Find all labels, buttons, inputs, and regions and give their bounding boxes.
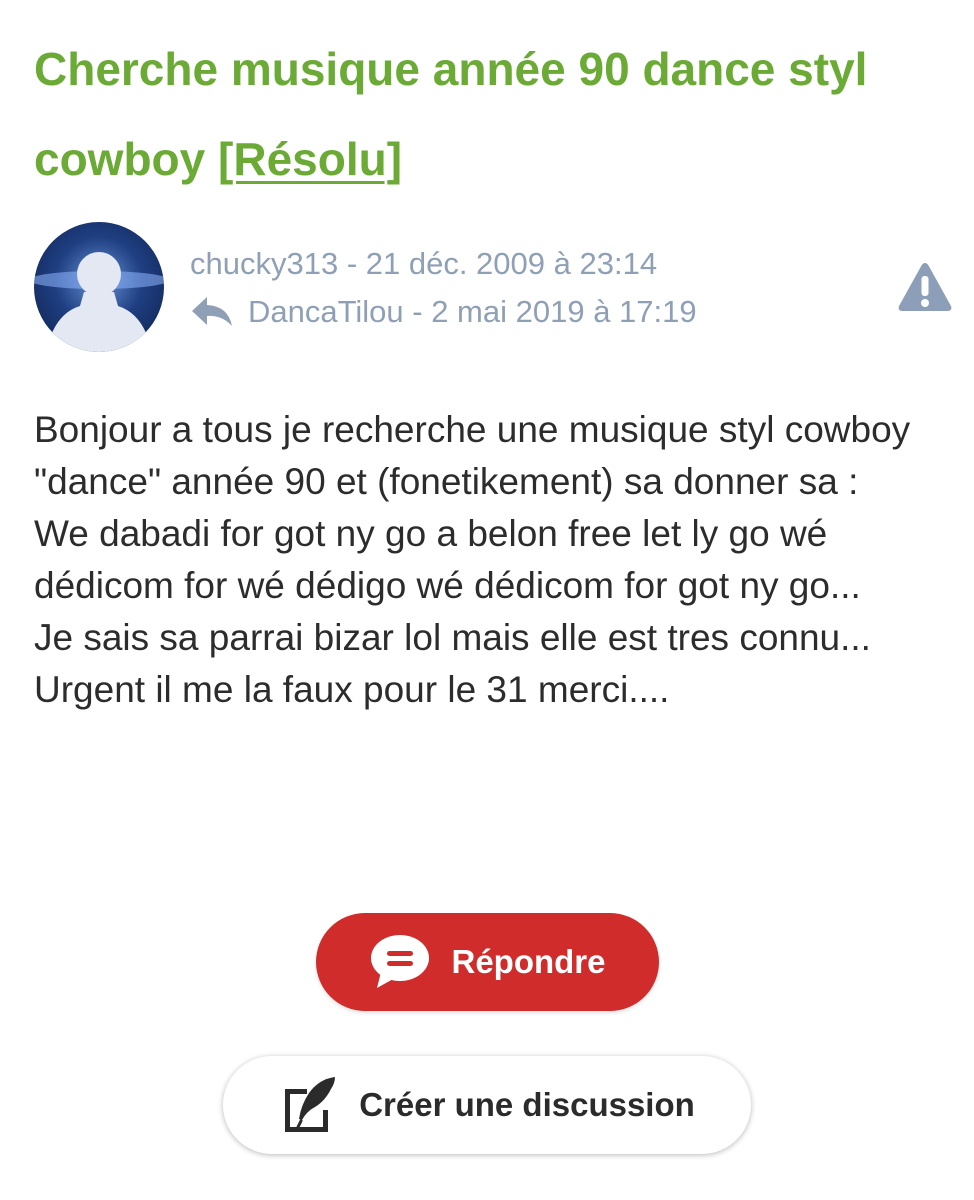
last-reply-date[interactable]: DancaTilou - 2 mai 2019 à 17:19	[248, 288, 697, 336]
reply-button[interactable]: Répondre	[316, 913, 659, 1011]
post-meta: chucky313 - 21 déc. 2009 à 23:14 DancaTi…	[190, 240, 697, 336]
avatar[interactable]	[34, 222, 164, 352]
thread-title: Cherche musique année 90 dance styl cowb…	[34, 24, 944, 204]
post-body-paragraph: We dabadi for got ny go a belon free let…	[34, 513, 861, 606]
post-body-paragraph: Bonjour a tous je recherche une musique …	[34, 409, 911, 502]
reply-button-label[interactable]: Répondre	[451, 943, 605, 981]
topic-page: Cherche musique année 90 dance styl cowb…	[0, 0, 974, 1200]
last-reply-line[interactable]: DancaTilou - 2 mai 2019 à 17:19	[190, 288, 697, 336]
create-discussion-label[interactable]: Créer une discussion	[359, 1086, 695, 1124]
resolved-tag[interactable]: [Résolu]	[218, 133, 402, 185]
author-date[interactable]: chucky313 - 21 déc. 2009 à 23:14	[190, 240, 657, 288]
thread-title-text: Cherche musique année 90 dance styl cowb…	[34, 43, 868, 185]
warning-triangle-icon[interactable]	[896, 260, 954, 314]
reply-arrow-icon	[190, 294, 234, 330]
post-body-paragraph: Urgent il me la faux pour le 31 merci...…	[34, 669, 670, 710]
create-discussion-button[interactable]: Créer une discussion	[223, 1056, 751, 1154]
edit-pen-icon	[279, 1075, 339, 1135]
user-silhouette-icon	[34, 252, 164, 352]
post-body: Bonjour a tous je recherche une musique …	[34, 404, 944, 716]
post-body-paragraph: Je sais sa parrai bizar lol mais elle es…	[34, 617, 871, 658]
speech-bubble-icon	[369, 934, 431, 990]
author-line[interactable]: chucky313 - 21 déc. 2009 à 23:14	[190, 240, 697, 288]
